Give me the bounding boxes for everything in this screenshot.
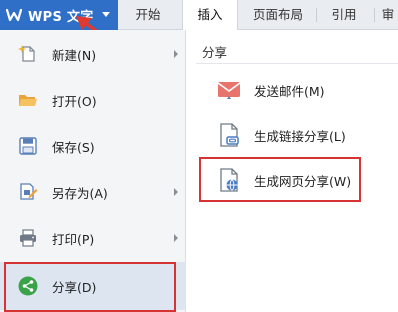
mail-icon xyxy=(217,82,241,99)
wps-logo-icon xyxy=(6,8,22,22)
menu-item-new[interactable]: 新建(N) xyxy=(0,32,186,76)
chevron-right-icon xyxy=(174,234,178,242)
link-share-icon xyxy=(220,123,239,147)
printer-icon xyxy=(20,229,36,247)
menu-item-save[interactable]: 保存(S) xyxy=(0,124,186,168)
tab-references[interactable]: 引用 xyxy=(318,0,370,30)
chevron-right-icon xyxy=(174,188,178,196)
menu-item-label: 保存(S) xyxy=(52,139,95,155)
highlight-box-web-share xyxy=(199,157,361,202)
share-item-link-share[interactable]: 生成链接分享(L) xyxy=(200,117,398,153)
save-as-icon xyxy=(20,183,38,200)
tab-separator xyxy=(374,8,375,22)
tab-separator xyxy=(316,8,317,22)
menu-item-print[interactable]: 打印(P) xyxy=(0,216,186,260)
new-document-icon xyxy=(18,45,35,62)
highlight-box-share xyxy=(4,262,176,312)
tab-home[interactable]: 开始 xyxy=(122,0,174,30)
divider xyxy=(196,63,398,64)
tab-insert[interactable]: 插入 xyxy=(182,0,238,31)
menu-item-save-as[interactable]: 另存为(A) xyxy=(0,170,186,214)
share-panel-title: 分享 xyxy=(202,45,228,60)
folder-open-icon xyxy=(19,95,37,106)
menu-item-open[interactable]: 打开(O) xyxy=(0,78,186,122)
tab-page-layout[interactable]: 页面布局 xyxy=(242,0,314,30)
menu-item-label: 打开(O) xyxy=(52,93,97,109)
chevron-right-icon xyxy=(174,50,178,58)
share-item-label: 生成链接分享(L) xyxy=(254,128,346,144)
ribbon-tab-bar: WPS 文字 开始 插入 页面布局 引用 审 xyxy=(0,0,398,31)
menu-item-label: 另存为(A) xyxy=(52,185,108,201)
menu-item-label: 新建(N) xyxy=(52,47,97,63)
menu-item-label: 打印(P) xyxy=(52,231,95,247)
share-item-send-email[interactable]: 发送邮件(M) xyxy=(200,72,398,108)
tab-review[interactable]: 审 xyxy=(378,0,398,30)
share-item-label: 发送邮件(M) xyxy=(254,83,325,99)
save-icon xyxy=(19,137,37,155)
